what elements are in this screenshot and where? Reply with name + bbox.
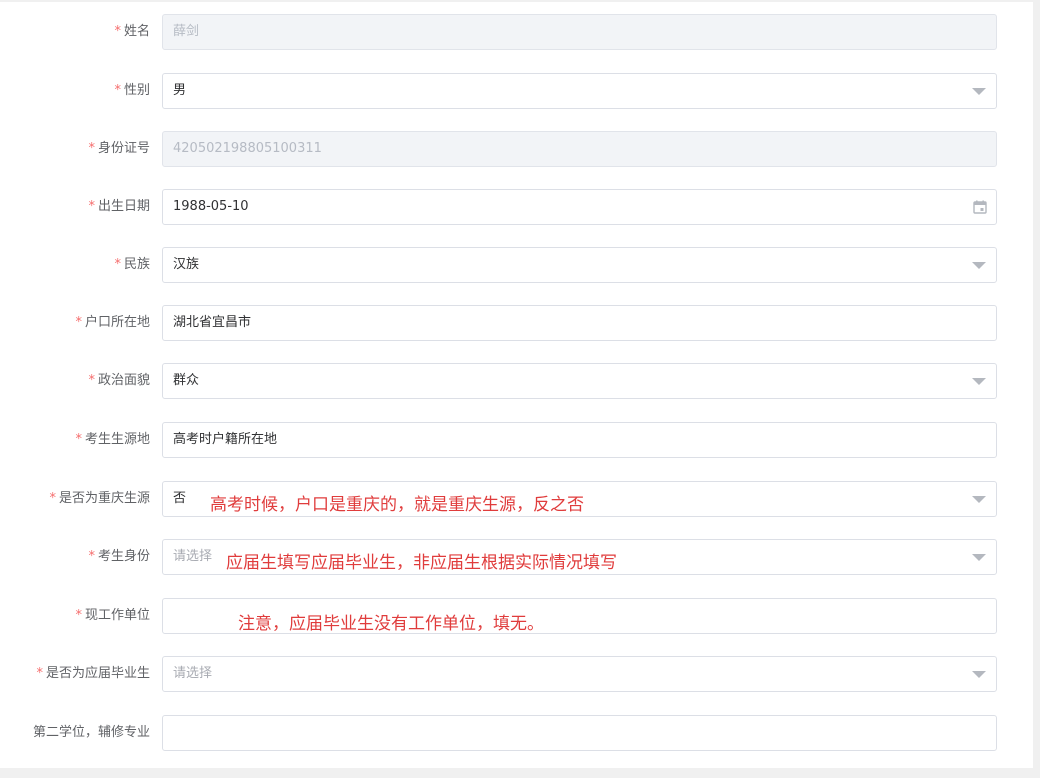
required-mark: * <box>114 24 121 39</box>
id-number-input: 420502198805100311 <box>162 131 997 167</box>
field-label: * 民族 <box>114 257 150 272</box>
form-row-household: * 户口所在地 湖北省宜昌市 <box>0 305 1033 341</box>
required-mark: * <box>36 666 43 681</box>
field-label: * 考生身份 <box>88 549 150 564</box>
id-number-value: 420502198805100311 <box>173 141 322 156</box>
name-value: 薛剑 <box>173 24 200 39</box>
fresh-graduate-select[interactable]: 请选择 <box>162 656 997 692</box>
field-label: * 考生生源地 <box>75 432 150 447</box>
household-value: 湖北省宜昌市 <box>173 315 252 330</box>
annotation-note: 应届生填写应届毕业生，非应届生根据实际情况填写 <box>226 553 617 573</box>
field-label: * 是否为重庆生源 <box>49 491 150 506</box>
required-mark: * <box>75 432 82 447</box>
form-row-birth-date: * 出生日期 1988-05-10 <box>0 189 1033 225</box>
field-label: * 姓名 <box>114 24 150 39</box>
required-mark: * <box>75 315 82 330</box>
chongqing-origin-value: 否 <box>173 491 187 506</box>
origin-input[interactable]: 高考时户籍所在地 <box>162 422 997 458</box>
ethnicity-value: 汉族 <box>173 257 200 272</box>
chevron-down-icon <box>972 378 986 385</box>
form-row-id-number: * 身份证号 420502198805100311 <box>0 131 1033 167</box>
required-mark: * <box>88 199 95 214</box>
form-panel: * 姓名 薛剑 * 性别 男 * 身份证号 420502198805100311 * 出… <box>0 2 1033 768</box>
form-row-origin: * 考生生源地 高考时户籍所在地 <box>0 422 1033 458</box>
field-label: * 身份证号 <box>88 141 150 156</box>
required-mark: * <box>114 257 121 272</box>
household-input[interactable]: 湖北省宜昌市 <box>162 305 997 341</box>
annotation-note: 注意，应届毕业生没有工作单位，填无。 <box>238 614 544 634</box>
form-row-candidate-status: * 考生身份 请选择 应届生填写应届毕业生，非应届生根据实际情况填写 <box>0 539 1033 575</box>
form-row-political-status: * 政治面貌 群众 <box>0 363 1033 399</box>
form-row-gender: * 性别 男 <box>0 73 1033 109</box>
field-label: * 户口所在地 <box>75 315 150 330</box>
chevron-down-icon <box>972 496 986 503</box>
field-label: * 出生日期 <box>88 199 150 214</box>
annotation-note: 高考时候，户口是重庆的，就是重庆生源，反之否 <box>210 495 584 515</box>
gender-value: 男 <box>173 83 187 98</box>
form-row-name: * 姓名 薛剑 <box>0 14 1033 50</box>
chevron-down-icon <box>972 671 986 678</box>
birth-date-picker[interactable]: 1988-05-10 <box>162 189 997 225</box>
origin-value: 高考时户籍所在地 <box>173 432 278 447</box>
required-mark: * <box>88 141 95 156</box>
chevron-down-icon <box>972 554 986 561</box>
required-mark: * <box>88 549 95 564</box>
form-row-second-degree: 第二学位，辅修专业 <box>0 715 1033 751</box>
field-label: * 性别 <box>114 83 150 98</box>
form-row-fresh-graduate: * 是否为应届毕业生 请选择 <box>0 656 1033 692</box>
name-input: 薛剑 <box>162 14 997 50</box>
second-degree-input[interactable] <box>162 715 997 751</box>
candidate-status-placeholder: 请选择 <box>173 549 213 564</box>
required-mark: * <box>75 608 82 623</box>
field-label: * 政治面貌 <box>88 373 150 388</box>
field-label: 第二学位，辅修专业 <box>32 725 150 740</box>
chevron-down-icon <box>972 88 986 95</box>
field-label: * 是否为应届毕业生 <box>36 666 150 681</box>
political-status-select[interactable]: 群众 <box>162 363 997 399</box>
political-status-value: 群众 <box>173 373 200 388</box>
form-row-chongqing-origin: * 是否为重庆生源 否 高考时候，户口是重庆的，就是重庆生源，反之否 <box>0 481 1033 517</box>
form-row-ethnicity: * 民族 汉族 <box>0 247 1033 283</box>
birth-date-value: 1988-05-10 <box>173 199 249 214</box>
required-mark: * <box>114 83 121 98</box>
required-mark: * <box>88 373 95 388</box>
ethnicity-select[interactable]: 汉族 <box>162 247 997 283</box>
field-label: * 现工作单位 <box>75 608 150 623</box>
calendar-icon[interactable] <box>973 200 987 214</box>
form-row-employer: * 现工作单位 注意，应届毕业生没有工作单位，填无。 <box>0 598 1033 634</box>
fresh-graduate-placeholder: 请选择 <box>173 666 213 681</box>
gender-select[interactable]: 男 <box>162 73 997 109</box>
chevron-down-icon <box>972 262 986 269</box>
required-mark: * <box>49 491 56 506</box>
